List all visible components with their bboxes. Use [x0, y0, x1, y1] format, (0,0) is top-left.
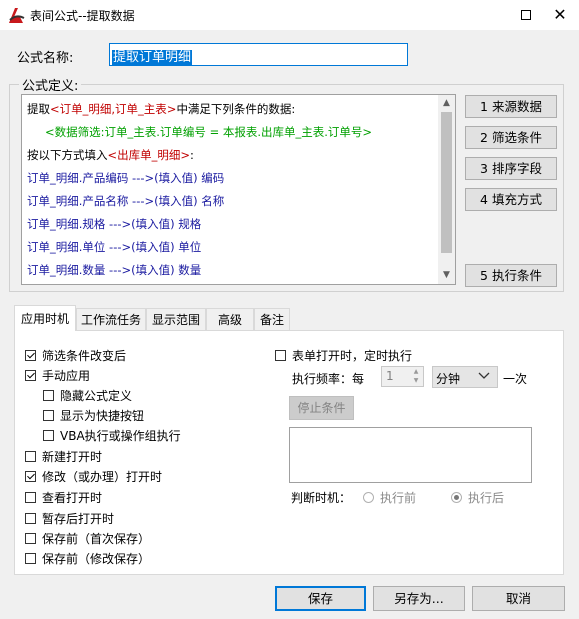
- checkbox-box[interactable]: [25, 553, 36, 564]
- checkbox-box[interactable]: [275, 350, 286, 361]
- checkbox-filter-changed[interactable]: 筛选条件改变后: [25, 347, 126, 364]
- stop-condition-button[interactable]: 停止条件: [289, 396, 354, 420]
- tab-apply-timing[interactable]: 应用时机: [14, 305, 76, 331]
- definition-line: 订单_明细.单位 --->(填入值) 单位: [27, 240, 202, 254]
- checkbox-vba-execute[interactable]: VBA执行或操作组执行: [43, 427, 181, 444]
- close-icon[interactable]: ✕: [550, 6, 570, 24]
- scroll-up-icon[interactable]: ▲: [438, 95, 455, 112]
- chevron-down-icon[interactable]: [478, 369, 490, 381]
- definition-line: 提取<订单_明细,订单_主表>中满足下列条件的数据:: [27, 102, 296, 116]
- checkbox-manual-apply[interactable]: 手动应用: [25, 367, 90, 384]
- formula-name-value: 提取订单明细: [112, 50, 193, 65]
- checkbox-box[interactable]: [25, 513, 36, 524]
- frequency-suffix: 一次: [503, 372, 528, 386]
- checkbox-view-open[interactable]: 查看打开时: [25, 489, 102, 506]
- save-as-button[interactable]: 另存为...: [373, 586, 465, 611]
- checkbox-hide-definition[interactable]: 隐藏公式定义: [43, 387, 132, 404]
- definition-line: 订单_明细.规格 --->(填入值) 规格: [27, 217, 202, 231]
- checkbox-before-modify-save[interactable]: 保存前（修改保存）: [25, 550, 150, 567]
- radio-circle[interactable]: [363, 492, 374, 503]
- frequency-label: 执行频率：每: [292, 372, 365, 386]
- checkbox-before-first-save[interactable]: 保存前（首次保存）: [25, 530, 150, 547]
- checkbox-quick-button[interactable]: 显示为快捷按钮: [43, 407, 144, 424]
- definition-line: 订单_明细.数量 --->(填入值) 数量: [27, 263, 202, 277]
- definition-line: 订单_明细.产品编码 --->(填入值) 编码: [27, 171, 225, 185]
- checkbox-box[interactable]: [43, 390, 54, 401]
- maximize-icon[interactable]: [516, 6, 536, 24]
- checkbox-box[interactable]: [25, 471, 36, 482]
- radio-after-execute[interactable]: 执行后: [451, 489, 504, 506]
- radio-circle[interactable]: [451, 492, 462, 503]
- checkbox-box[interactable]: [25, 370, 36, 381]
- checkbox-box[interactable]: [25, 533, 36, 544]
- app-logo-icon: [5, 5, 27, 27]
- checkbox-new-open[interactable]: 新建打开时: [25, 448, 102, 465]
- definition-line: <数据筛选:订单_主表.订单编号 = 本报表.出库单_主表.订单号>: [45, 125, 373, 139]
- definition-line: 订单_明细.产品名称 --->(填入值) 名称: [27, 194, 225, 208]
- definition-text-area[interactable]: 提取<订单_明细,订单_主表>中满足下列条件的数据: <数据筛选:订单_主表.订…: [21, 94, 456, 285]
- stop-condition-text[interactable]: [289, 427, 532, 483]
- tab-workflow-task[interactable]: 工作流任务: [76, 308, 146, 330]
- formula-name-input[interactable]: 提取订单明细: [109, 43, 408, 66]
- execute-condition-button[interactable]: 5 执行条件: [465, 264, 557, 287]
- fill-method-button[interactable]: 4 填充方式: [465, 188, 557, 211]
- frequency-value: 1: [386, 369, 394, 383]
- checkbox-box[interactable]: [43, 410, 54, 421]
- source-data-button[interactable]: 1 来源数据: [465, 95, 557, 118]
- formula-name-label: 公式名称:: [17, 51, 74, 66]
- scroll-thumb[interactable]: [441, 112, 452, 253]
- window-title: 表间公式--提取数据: [30, 9, 135, 23]
- tab-display-range[interactable]: 显示范围: [146, 308, 206, 330]
- unit-value: 分钟: [436, 372, 461, 386]
- checkbox-box[interactable]: [25, 350, 36, 361]
- checkbox-after-draft-open[interactable]: 暂存后打开时: [25, 510, 114, 527]
- checkbox-timer-execute[interactable]: 表单打开时，定时执行: [275, 347, 412, 364]
- stepper-arrows-icon[interactable]: ▲ ▼: [409, 367, 423, 386]
- judge-timing-label: 判断时机：: [291, 491, 352, 505]
- cancel-button[interactable]: 取消: [472, 586, 565, 611]
- filter-condition-button[interactable]: 2 筛选条件: [465, 126, 557, 149]
- tab-advanced[interactable]: 高级: [206, 308, 254, 330]
- checkbox-modify-open[interactable]: 修改（或办理）打开时: [25, 468, 162, 485]
- checkbox-box[interactable]: [43, 430, 54, 441]
- checkbox-box[interactable]: [25, 492, 36, 503]
- definition-line: 按以下方式填入<出库单_明细>:: [27, 148, 194, 162]
- scroll-down-icon[interactable]: ▼: [438, 267, 455, 284]
- tab-notes[interactable]: 备注: [254, 308, 290, 330]
- checkbox-box[interactable]: [25, 451, 36, 462]
- definition-legend: 公式定义:: [19, 75, 82, 94]
- sort-field-button[interactable]: 3 排序字段: [465, 157, 557, 180]
- save-button[interactable]: 保存: [275, 586, 366, 611]
- radio-before-execute[interactable]: 执行前: [363, 489, 416, 506]
